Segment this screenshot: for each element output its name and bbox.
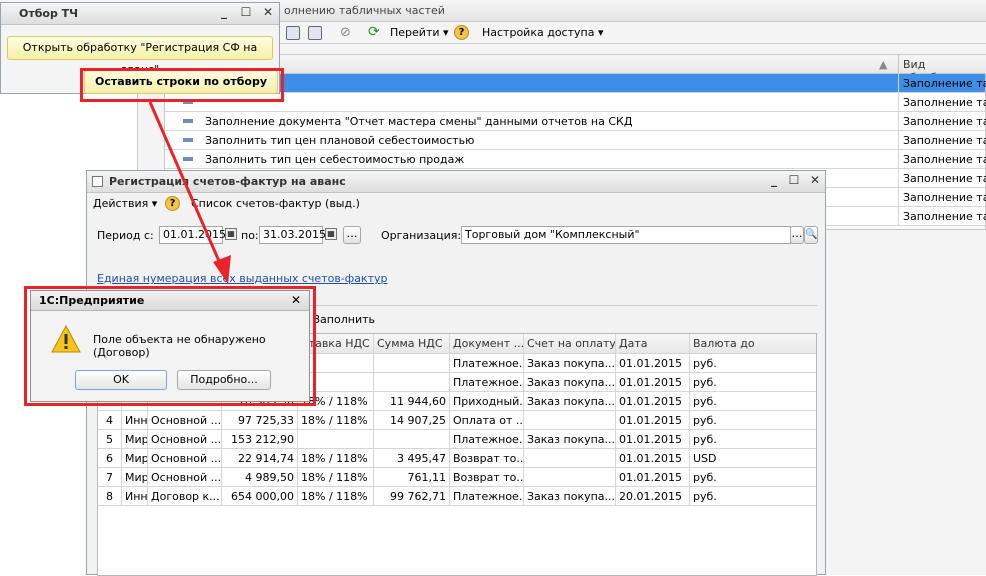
red-arrow bbox=[148, 101, 231, 284]
